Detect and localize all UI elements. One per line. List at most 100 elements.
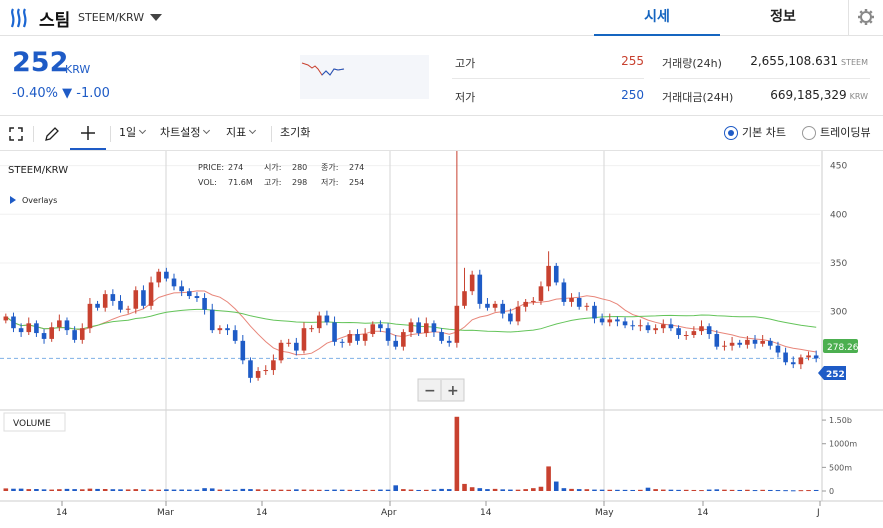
svg-text:시가:: 시가: — [264, 163, 281, 172]
interval-select[interactable]: 1일 — [119, 117, 147, 150]
zoom-in-button[interactable]: + — [447, 383, 459, 399]
volume-bar — [622, 489, 628, 491]
candle-body — [706, 326, 712, 335]
crosshair-button[interactable] — [70, 117, 106, 150]
volume-bar — [569, 488, 574, 491]
candle-body — [576, 298, 582, 307]
pencil-icon[interactable] — [44, 126, 60, 142]
candle-body — [118, 300, 123, 310]
volume-bar — [599, 489, 605, 491]
low-label: 저가 — [455, 91, 476, 104]
y-tick-label: 400 — [830, 210, 847, 220]
volume-bar — [492, 488, 498, 491]
candle-body — [202, 298, 207, 310]
svg-text:고가:: 고가: — [264, 178, 281, 187]
candle-body — [714, 334, 720, 347]
candle-body — [584, 305, 590, 307]
candle-body — [95, 303, 100, 308]
candle-body — [255, 371, 261, 378]
volume-bar — [209, 488, 215, 491]
candlestick-chart-svg[interactable]: 450 400 350 300 14 Mar 14 Apr 14 May 14 J 1.50b 1000… — [0, 151, 883, 524]
svg-text:종가:: 종가: — [321, 163, 338, 172]
tab-info[interactable]: 정보 — [720, 0, 846, 36]
volume-bar — [416, 489, 421, 491]
volume-bar — [561, 488, 567, 491]
ohlc-legend: PRICE: 274 시가: 280 종가: 274 VOL: 71.6M 고가… — [198, 163, 364, 187]
volume-bar — [401, 489, 406, 491]
candle-body — [538, 286, 544, 301]
x-tick-label: Mar — [157, 508, 174, 518]
volume-bar — [508, 489, 513, 491]
volume-bar — [584, 489, 590, 491]
candle-body — [209, 309, 215, 331]
candle-body — [752, 339, 758, 344]
candle-body — [775, 345, 781, 353]
candle-body — [485, 303, 490, 308]
candle-body — [783, 352, 788, 363]
volume-bar — [798, 490, 804, 492]
volume-bar — [523, 489, 528, 491]
pair-dropdown-icon[interactable] — [150, 14, 162, 21]
candle-body — [102, 294, 108, 308]
pair-label: STEEM/KRW — [78, 11, 145, 24]
indicators-menu[interactable]: 지표 — [226, 117, 257, 150]
volume-bar — [141, 489, 146, 491]
candle-body — [110, 294, 116, 301]
candle-body — [57, 320, 62, 328]
price-unit: KRW — [65, 63, 91, 76]
volume-bar — [271, 489, 276, 491]
y-tick-label: 450 — [830, 162, 847, 172]
candle-body — [722, 345, 727, 347]
candle-body — [553, 265, 559, 283]
zoom-out-button[interactable]: − — [424, 383, 436, 399]
svg-text:254: 254 — [349, 178, 364, 187]
candle-body — [355, 334, 360, 341]
gear-icon — [858, 9, 874, 25]
price-chart[interactable]: 450 400 350 300 14 Mar 14 Apr 14 May 14 J 1.50b 1000… — [0, 151, 883, 524]
settings-button[interactable] — [848, 0, 883, 36]
candle-body — [653, 328, 658, 331]
candle-body — [332, 322, 337, 342]
candle-body — [416, 322, 421, 334]
candle-body — [806, 355, 811, 358]
overlays-label[interactable]: Overlays — [22, 196, 57, 205]
candle-body — [217, 328, 223, 331]
svg-text:VOL:: VOL: — [198, 178, 217, 187]
volume-bar — [676, 489, 681, 491]
volume-bar — [64, 488, 70, 491]
svg-text:278.26: 278.26 — [827, 343, 859, 353]
volume-bar — [446, 489, 452, 491]
overlays-toggle-icon[interactable] — [10, 196, 16, 204]
candle-body — [515, 306, 521, 322]
candle-body — [454, 305, 460, 343]
volume-bar — [370, 489, 376, 491]
candle-body — [3, 316, 9, 321]
candle-body — [133, 290, 139, 309]
fullscreen-icon[interactable] — [9, 127, 23, 141]
candle-body — [11, 316, 16, 329]
candle-body — [691, 331, 697, 336]
tradingview-radio[interactable] — [802, 126, 816, 140]
volume-bar — [18, 488, 24, 491]
price-summary: 252 KRW -0.40% ▼ -1.00 고가 255 저가 250 거래량… — [0, 36, 883, 116]
tab-price[interactable]: 시세 — [594, 0, 720, 36]
tradingview-label[interactable]: 트레이딩뷰 — [820, 117, 871, 150]
candle-body — [599, 318, 605, 323]
volume-bar — [385, 489, 391, 491]
candle-body — [26, 323, 32, 333]
chart-settings-menu[interactable]: 차트설정 — [160, 117, 211, 150]
basic-chart-radio[interactable] — [724, 126, 738, 140]
candle-body — [286, 342, 291, 344]
volume-bar — [576, 489, 582, 491]
volume-bar — [102, 489, 108, 491]
zoom-controls[interactable]: − + — [417, 378, 465, 402]
volume-bar — [378, 489, 383, 491]
basic-chart-label[interactable]: 기본 차트 — [742, 117, 786, 150]
reset-button[interactable]: 초기화 — [280, 117, 310, 150]
svg-text:VOLUME: VOLUME — [13, 419, 51, 429]
volume-bar — [760, 489, 765, 491]
volume-bar — [301, 489, 307, 491]
volume-bar — [645, 487, 651, 491]
volume-bar — [423, 489, 429, 491]
candle-body — [431, 323, 437, 333]
